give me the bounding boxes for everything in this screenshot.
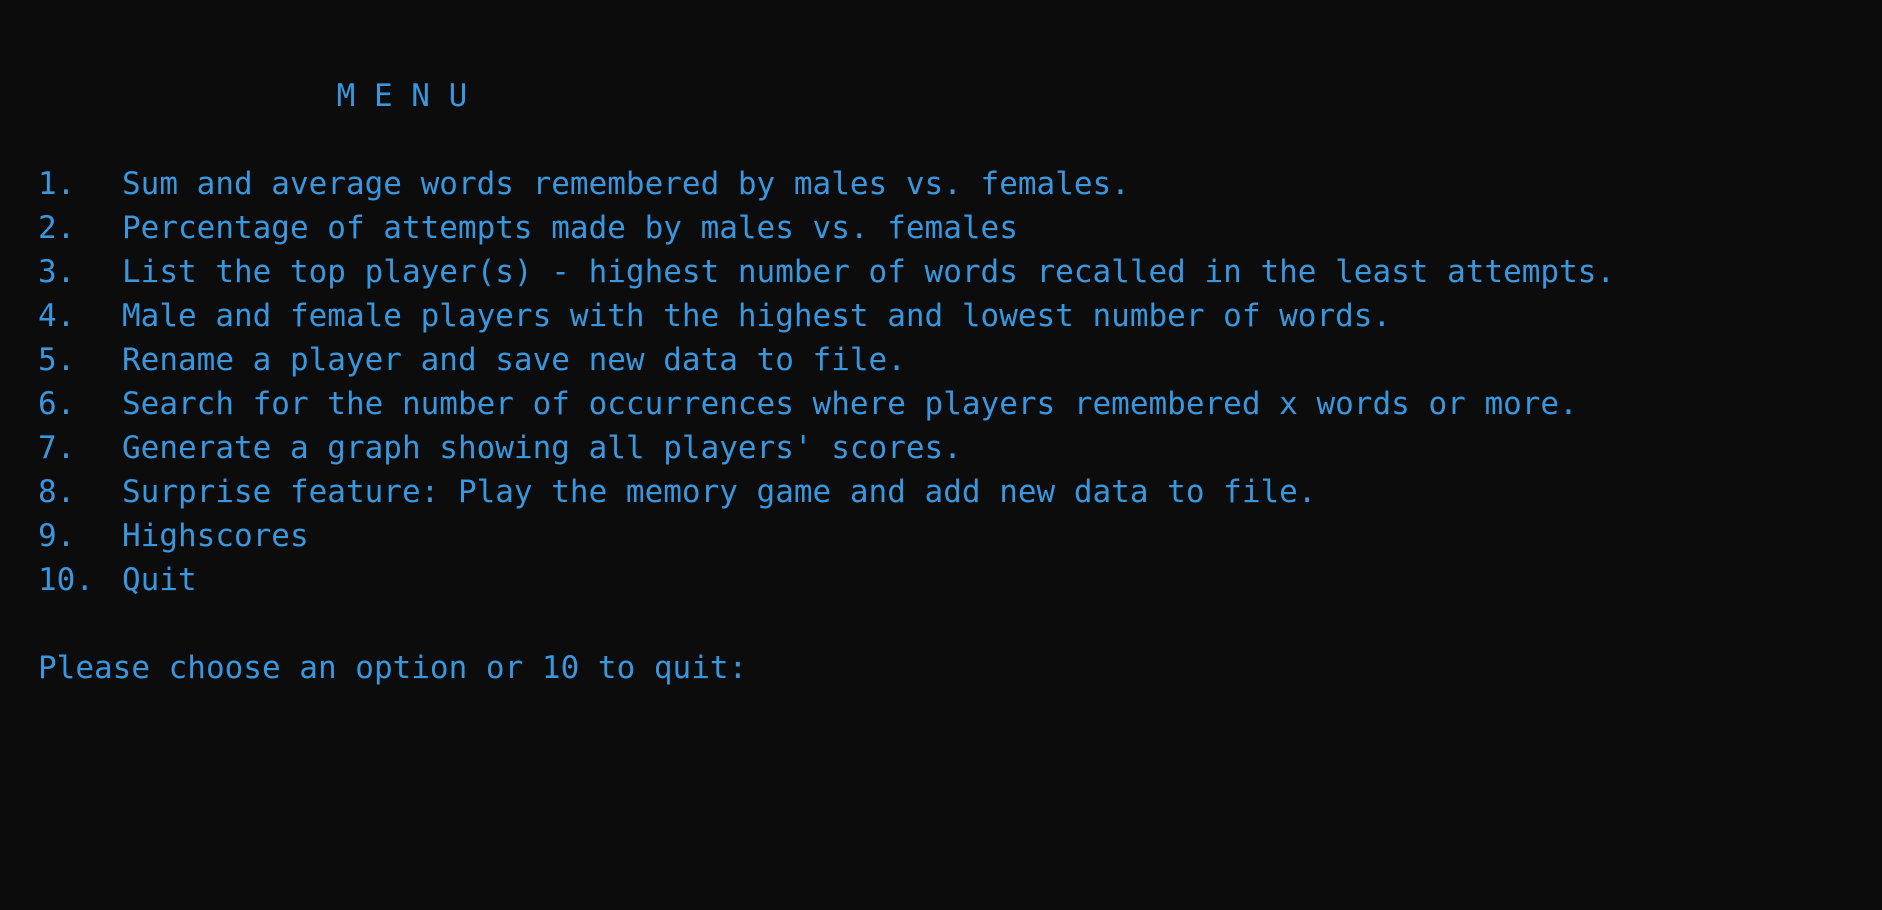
menu-item-3: 3. List the top player(s) - highest numbe… xyxy=(38,250,1882,294)
text-cursor xyxy=(747,653,765,683)
input-prompt-line[interactable]: Please choose an option or 10 to quit: xyxy=(38,646,1882,690)
menu-item-label: Search for the number of occurrences whe… xyxy=(122,386,1578,422)
menu-item-9: 9. Highscores xyxy=(38,514,1882,558)
menu-item-number: 5. xyxy=(38,342,76,378)
menu-item-1: 1. Sum and average words remembered by ma… xyxy=(38,162,1882,206)
menu-title: M E N U xyxy=(38,78,468,114)
menu-item-10: 10. Quit xyxy=(38,558,1882,602)
menu-item-number: 7. xyxy=(38,430,76,466)
menu-item-label: Generate a graph showing all players' sc… xyxy=(122,430,962,466)
menu-item-label: Male and female players with the highest… xyxy=(122,298,1392,334)
menu-item-label: List the top player(s) - highest number … xyxy=(122,254,1616,290)
menu-item-6: 6. Search for the number of occurrences w… xyxy=(38,382,1882,426)
menu-item-number: 3. xyxy=(38,254,76,290)
menu-item-5: 5. Rename a player and save new data to f… xyxy=(38,338,1882,382)
menu-item-label: Rename a player and save new data to fil… xyxy=(122,342,906,378)
menu-item-label: Quit xyxy=(122,562,197,598)
menu-item-7: 7. Generate a graph showing all players' … xyxy=(38,426,1882,470)
menu-item-label: Highscores xyxy=(122,518,309,554)
menu-item-number: 9. xyxy=(38,518,76,554)
menu-item-label: Percentage of attempts made by males vs.… xyxy=(122,210,1018,246)
menu-item-number: 1. xyxy=(38,166,76,202)
menu-item-label: Sum and average words remembered by male… xyxy=(122,166,1130,202)
menu-item-number: 6. xyxy=(38,386,76,422)
menu-item-number: 10. xyxy=(38,562,94,598)
input-prompt: Please choose an option or 10 to quit: xyxy=(38,650,748,686)
console-window: M E N U 1. Sum and average words remember… xyxy=(0,0,1882,910)
menu-item-4: 4. Male and female players with the highe… xyxy=(38,294,1882,338)
menu-item-label: Surprise feature: Play the memory game a… xyxy=(122,474,1317,510)
menu-item-number: 2. xyxy=(38,210,76,246)
menu-item-2: 2. Percentage of attempts made by males v… xyxy=(38,206,1882,250)
menu-item-number: 8. xyxy=(38,474,76,510)
menu-item-8: 8. Surprise feature: Play the memory game… xyxy=(38,470,1882,514)
menu-item-number: 4. xyxy=(38,298,76,334)
